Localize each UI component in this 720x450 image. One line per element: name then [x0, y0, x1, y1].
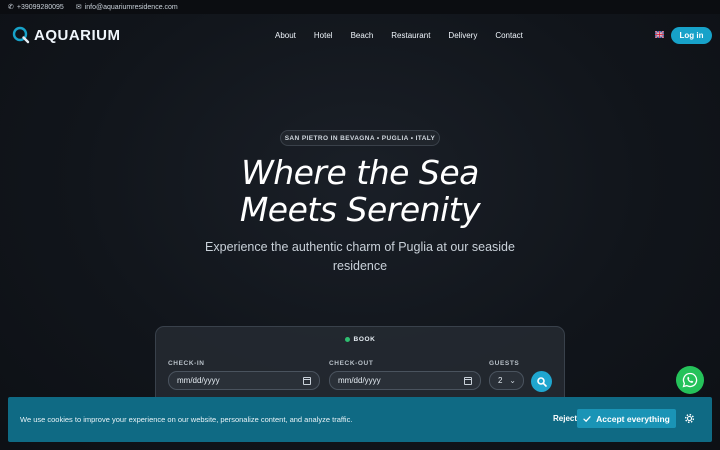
hero-title: Where the Sea Meets Serenity [160, 154, 560, 228]
location-badge: SAN PIETRO IN BEVAGNA • PUGLIA • ITALY [280, 130, 440, 146]
mail-icon: ✉ [75, 4, 82, 11]
nav-menu: About Hotel Beach Restaurant Delivery Co… [275, 14, 541, 56]
accept-cookies-label: Accept everything [596, 413, 670, 424]
login-button[interactable]: Log in [671, 27, 712, 44]
checkin-placeholder: mm/dd/yyyy [177, 376, 220, 385]
logo-q-icon [12, 26, 30, 44]
checkout-placeholder: mm/dd/yyyy [338, 376, 381, 385]
nav-about[interactable]: About [275, 31, 296, 40]
chevron-down-icon: ⌄ [509, 376, 516, 385]
uk-flag-icon[interactable] [655, 31, 664, 38]
search-icon [536, 376, 547, 387]
checkin-date-input[interactable]: mm/dd/yyyy [168, 371, 320, 390]
whatsapp-icon [682, 372, 698, 388]
guests-value: 2 [498, 376, 503, 385]
phone-contact[interactable]: ✆ +39099280095 [8, 3, 64, 12]
search-button[interactable] [531, 371, 552, 392]
calendar-icon[interactable] [464, 377, 472, 385]
nav-restaurant[interactable]: Restaurant [391, 31, 430, 40]
reject-cookies-button[interactable]: Reject [553, 414, 577, 423]
hero-title-line-2: Meets Serenity [239, 190, 481, 229]
nav-contact[interactable]: Contact [495, 31, 523, 40]
top-contact-bar: ✆ +39099280095 ✉ info@aquariumresidence.… [0, 0, 720, 14]
phone-number: +39099280095 [16, 3, 64, 11]
hero-title-line-1: Where the Sea [241, 153, 479, 192]
brand-name: AQUARIUM [34, 26, 121, 44]
status-dot-icon [344, 336, 350, 342]
phone-icon: ✆ [8, 4, 14, 11]
logo[interactable]: AQUARIUM [12, 26, 121, 44]
whatsapp-button[interactable] [676, 366, 704, 394]
nav-beach[interactable]: Beach [351, 31, 374, 40]
calendar-icon[interactable] [303, 377, 311, 385]
checkout-date-input[interactable]: mm/dd/yyyy [329, 371, 481, 390]
email-contact[interactable]: ✉ info@aquariumresidence.com [75, 3, 178, 12]
gear-icon[interactable] [684, 413, 695, 424]
hero-subtitle: Experience the authentic charm of Puglia… [205, 240, 515, 273]
check-icon [583, 415, 591, 422]
guests-label: GUESTS [489, 360, 520, 367]
guests-select[interactable]: 2 ⌄ [489, 371, 524, 390]
email-address: info@aquariumresidence.com [84, 3, 178, 11]
accept-cookies-button[interactable]: Accept everything [577, 409, 676, 428]
checkin-label: CHECK-IN [168, 360, 205, 367]
nav-hotel[interactable]: Hotel [314, 31, 333, 40]
main-navbar: AQUARIUM About Hotel Beach Restaurant De… [0, 14, 720, 56]
booking-heading: BOOK [156, 336, 564, 343]
cookie-message: We use cookies to improve your experienc… [20, 415, 353, 424]
nav-delivery[interactable]: Delivery [448, 31, 477, 40]
checkout-label: CHECK-OUT [329, 360, 374, 367]
cookie-banner: We use cookies to improve your experienc… [8, 397, 712, 442]
booking-heading-label: BOOK [353, 336, 376, 343]
